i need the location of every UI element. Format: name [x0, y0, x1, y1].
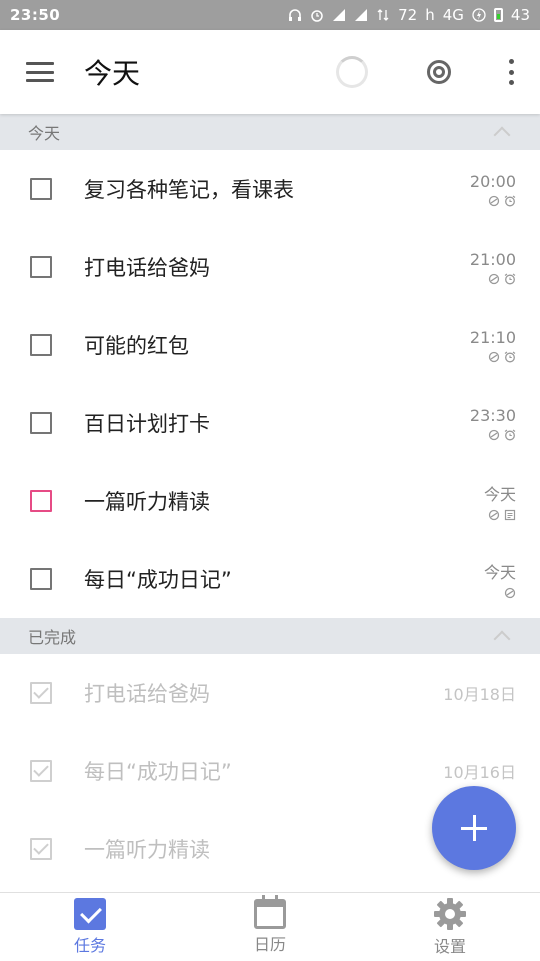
task-checkbox-checked[interactable]	[30, 838, 52, 860]
page-title: 今天	[84, 57, 141, 90]
bottom-navigation: 任务 日历 设置	[0, 892, 540, 961]
network-unit: h	[425, 6, 435, 24]
headphones-icon	[289, 9, 302, 21]
task-title: 打电话给爸妈	[84, 682, 210, 706]
tasks-icon	[74, 898, 106, 930]
battery-icon	[493, 8, 503, 22]
task-checkbox[interactable]	[30, 334, 52, 356]
repeat-icon	[488, 273, 500, 284]
today-task-list: 复习各种笔记，看课表 20:00 打电话给爸妈 21:00 可能的红包 21:1…	[0, 150, 540, 618]
alarm-icon	[504, 351, 516, 362]
status-time: 23:50	[10, 6, 61, 24]
data-transfer-icon	[377, 9, 389, 21]
nav-item-settings[interactable]: 设置	[390, 897, 510, 957]
task-checkbox[interactable]	[30, 256, 52, 278]
task-meta: 今天	[484, 481, 516, 521]
battery-level: 43	[510, 6, 530, 24]
task-row[interactable]: 复习各种笔记，看课表 20:00	[0, 150, 540, 228]
menu-icon[interactable]	[26, 62, 54, 82]
status-icons: 72 h 4G 43	[288, 6, 530, 24]
nav-item-calendar[interactable]: 日历	[210, 895, 330, 955]
section-label-completed: 已完成	[28, 628, 77, 647]
task-time: 21:00	[469, 249, 516, 269]
task-title: 每日“成功日记”	[84, 760, 232, 784]
charging-icon	[472, 8, 486, 22]
repeat-icon	[488, 509, 500, 521]
task-row[interactable]: 可能的红包 21:10	[0, 306, 540, 384]
task-title: 可能的红包	[84, 334, 189, 358]
task-time: 21:10	[469, 327, 516, 347]
alarm-icon	[504, 195, 516, 206]
task-time: 23:30	[469, 405, 516, 425]
task-checkbox[interactable]	[30, 178, 52, 200]
calendar-icon	[254, 895, 286, 929]
alarm-icon	[504, 273, 516, 284]
chevron-up-icon[interactable]	[493, 630, 511, 648]
task-meta: 10月16日	[443, 759, 516, 783]
nav-item-tasks[interactable]: 任务	[30, 898, 150, 956]
signal-icon	[333, 9, 346, 21]
alarm-icon	[311, 10, 323, 22]
task-meta: 10月18日	[443, 681, 516, 705]
task-row[interactable]: 打电话给爸妈 21:00	[0, 228, 540, 306]
task-title: 一篇听力精读	[84, 490, 210, 514]
task-date: 10月16日	[443, 763, 516, 782]
section-label-today: 今天	[28, 124, 61, 143]
plus-icon	[461, 815, 487, 841]
alarm-icon	[504, 429, 516, 440]
task-row[interactable]: 百日计划打卡 23:30	[0, 384, 540, 462]
app-bar: 今天	[0, 30, 540, 114]
add-task-button[interactable]	[432, 786, 516, 870]
section-header-today[interactable]: 今天	[0, 114, 540, 150]
task-row[interactable]: 一篇听力精读 今天	[0, 462, 540, 540]
status-bar: 23:50 72 h 4G 43	[0, 0, 540, 30]
task-meta: 23:30	[470, 406, 516, 441]
focus-icon[interactable]	[426, 59, 452, 85]
signal-icon-2	[355, 9, 368, 21]
note-icon	[504, 509, 516, 521]
task-title: 每日“成功日记”	[84, 568, 232, 592]
task-row[interactable]: 每日“成功日记” 今天	[0, 540, 540, 618]
gear-icon	[434, 898, 466, 930]
repeat-icon	[488, 351, 500, 362]
nav-label-tasks: 任务	[73, 936, 106, 955]
task-checkbox-checked[interactable]	[30, 682, 52, 704]
task-meta: 21:00	[470, 250, 516, 285]
network-type: 4G	[442, 6, 464, 24]
task-title: 复习各种笔记，看课表	[84, 178, 294, 202]
task-time: 今天	[483, 563, 516, 582]
task-date: 10月18日	[443, 685, 516, 704]
task-checkbox-priority[interactable]	[30, 490, 52, 512]
task-meta: 今天	[484, 559, 516, 599]
task-checkbox-checked[interactable]	[30, 760, 52, 782]
section-header-completed[interactable]: 已完成	[0, 618, 540, 654]
chevron-up-icon[interactable]	[493, 126, 511, 144]
more-options-icon[interactable]	[508, 59, 514, 85]
nav-label-calendar: 日历	[253, 935, 286, 954]
network-speed: 72	[398, 6, 418, 24]
task-time: 今天	[483, 485, 516, 504]
repeat-icon	[504, 587, 516, 599]
nav-label-settings: 设置	[433, 937, 466, 956]
repeat-icon	[488, 429, 500, 440]
task-checkbox[interactable]	[30, 568, 52, 590]
task-meta: 20:00	[470, 172, 516, 207]
sync-spinner-icon	[336, 56, 368, 88]
completed-task-row[interactable]: 打电话给爸妈 10月18日	[0, 654, 540, 732]
task-title: 打电话给爸妈	[84, 256, 210, 280]
task-title: 百日计划打卡	[84, 412, 210, 436]
repeat-icon	[488, 195, 500, 206]
task-meta: 21:10	[470, 328, 516, 363]
task-time: 20:00	[469, 171, 516, 191]
task-checkbox[interactable]	[30, 412, 52, 434]
